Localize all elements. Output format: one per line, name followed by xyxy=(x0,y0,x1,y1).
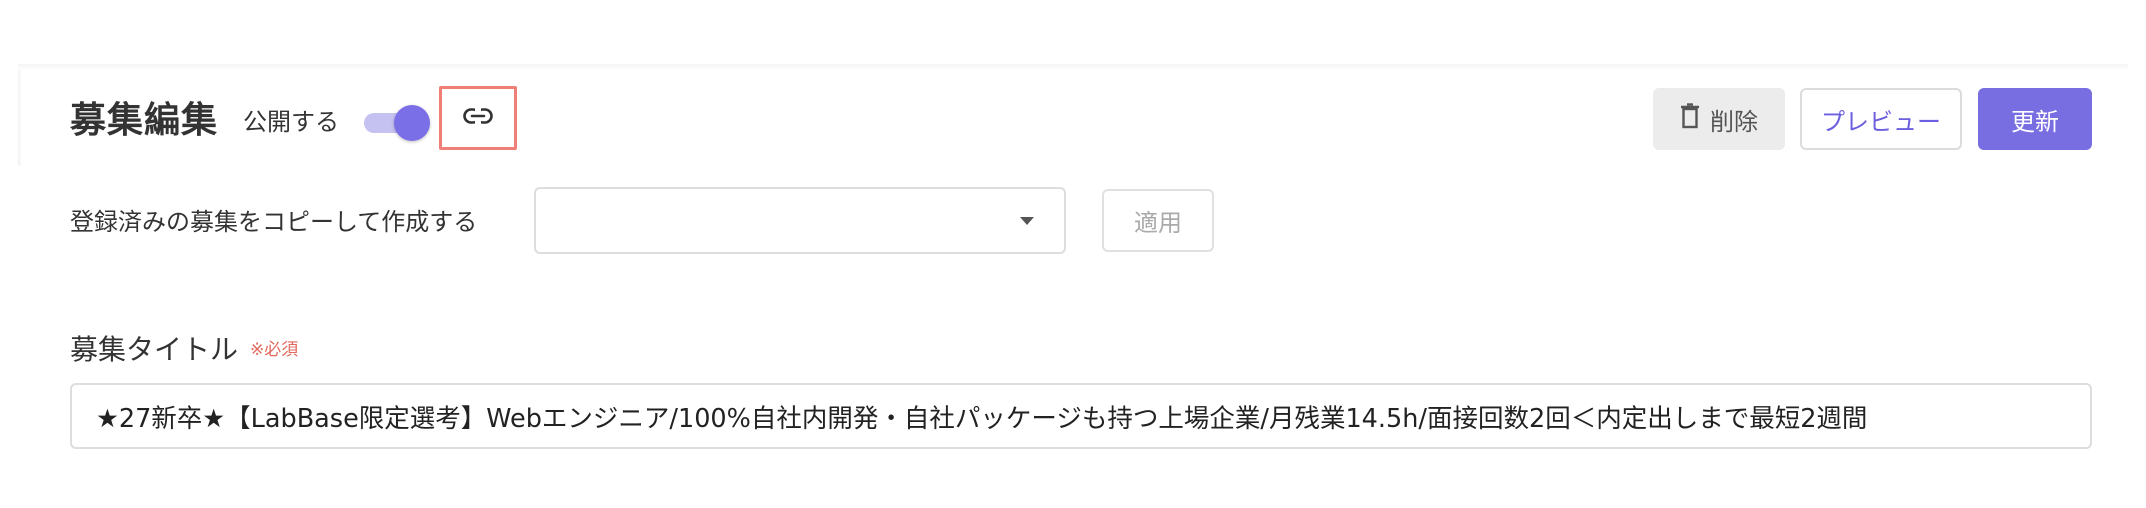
delete-button[interactable]: 削除 xyxy=(1653,88,1785,150)
preview-button[interactable]: プレビュー xyxy=(1800,88,1962,150)
header-shadow xyxy=(18,64,2128,70)
apply-button[interactable]: 適用 xyxy=(1102,189,1214,252)
copy-link-button[interactable] xyxy=(439,86,517,150)
trash-icon xyxy=(1680,103,1700,135)
publish-label: 公開する xyxy=(243,108,339,136)
toggle-knob xyxy=(394,105,430,141)
copy-label: 登録済みの募集をコピーして作成する xyxy=(70,208,478,236)
publish-toggle[interactable] xyxy=(364,105,430,141)
title-input[interactable] xyxy=(70,383,2092,449)
link-icon xyxy=(463,108,493,128)
title-field-label: 募集タイトル xyxy=(70,333,239,366)
caret-down-icon xyxy=(1020,217,1034,225)
recruitment-edit-page: 募集編集 公開する 削除 プレビュー 更新 登録済みの募集をコピーして作成する xyxy=(0,0,2146,508)
update-button[interactable]: 更新 xyxy=(1978,88,2092,150)
page-title: 募集編集 xyxy=(70,100,219,141)
copy-source-select[interactable] xyxy=(534,187,1066,254)
panel-edge xyxy=(18,70,22,166)
delete-label: 削除 xyxy=(1710,107,1758,136)
required-mark: ※必須 xyxy=(250,340,299,360)
